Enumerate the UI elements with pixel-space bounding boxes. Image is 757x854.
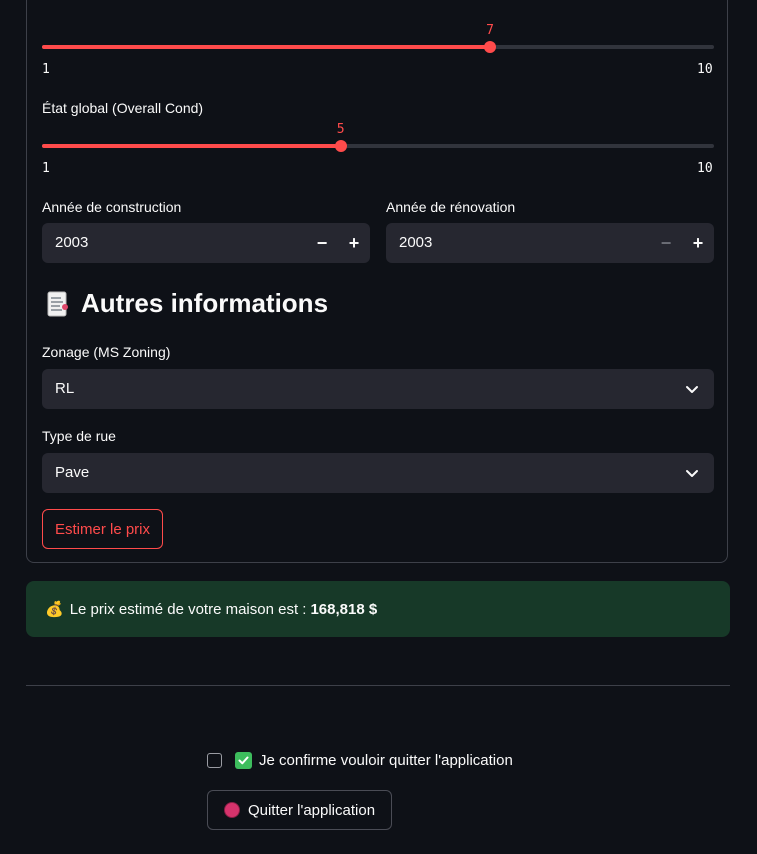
confirm-quit-checkbox-row[interactable]: Je confirme vouloir quitter l'applicatio…: [207, 752, 513, 769]
section-header: Autres informations: [45, 288, 328, 319]
slider-max-label: 10: [697, 161, 713, 176]
confirm-quit-label[interactable]: Je confirme vouloir quitter l'applicatio…: [259, 752, 513, 769]
confirm-quit-checkbox[interactable]: [207, 753, 222, 768]
zoning-label: Zonage (MS Zoning): [42, 344, 171, 360]
street-selected-value[interactable]: Pave: [55, 464, 89, 481]
slider-thumb[interactable]: [334, 140, 347, 152]
year-remod-decrement-button[interactable]: −: [650, 223, 682, 263]
stop-sign-icon: [223, 802, 240, 818]
chevron-down-icon[interactable]: [684, 381, 700, 397]
app-page: 7 1 10 État global (Overall Cond) 5 1 10…: [0, 0, 757, 854]
year-built-decrement-button[interactable]: −: [306, 223, 338, 263]
zoning-selected-value[interactable]: RL: [55, 380, 74, 397]
year-remod-value[interactable]: 2003: [399, 234, 432, 251]
slider-thumb[interactable]: [484, 41, 496, 53]
year-remod-increment-button[interactable]: +: [682, 223, 714, 263]
street-label: Type de rue: [42, 428, 116, 444]
overall-cond-label: État global (Overall Cond): [42, 100, 204, 116]
year-built-value[interactable]: 2003: [55, 234, 88, 251]
result-message: Le prix estimé de votre maison est :: [69, 600, 307, 618]
divider: [26, 685, 730, 686]
section-title: Autres informations: [81, 288, 329, 318]
slider-fill: [42, 144, 341, 148]
chevron-down-icon[interactable]: [684, 465, 700, 481]
memo-document-icon: [45, 290, 71, 318]
slider-value: 7: [486, 23, 494, 38]
result-amount: 168,818 $: [310, 600, 378, 618]
slider-min-label: 1: [42, 62, 50, 77]
quit-app-button[interactable]: Quitter l'application: [207, 790, 392, 830]
quality-slider[interactable]: 7: [42, 23, 714, 61]
check-mark-button-icon: [235, 752, 252, 769]
slider-min-label: 1: [42, 161, 50, 176]
year-built-label: Année de construction: [42, 199, 182, 215]
slider-value: 5: [336, 122, 345, 137]
slider-max-label: 10: [697, 62, 713, 77]
overall-cond-slider[interactable]: 5: [42, 122, 714, 160]
year-remod-input[interactable]: 2003 − +: [386, 223, 714, 263]
zoning-select[interactable]: RL: [42, 369, 714, 409]
year-built-input[interactable]: 2003 − +: [42, 223, 370, 263]
estimate-price-button[interactable]: Estimer le prix: [42, 509, 163, 549]
street-select[interactable]: Pave: [42, 453, 714, 493]
year-built-increment-button[interactable]: +: [338, 223, 370, 263]
success-alert: 💰 Le prix estimé de votre maison est : 1…: [26, 581, 730, 637]
slider-fill: [42, 45, 490, 49]
year-remod-label: Année de rénovation: [386, 199, 516, 215]
money-bag-icon: 💰: [45, 601, 64, 618]
quit-app-label: Quitter l'application: [247, 801, 376, 819]
